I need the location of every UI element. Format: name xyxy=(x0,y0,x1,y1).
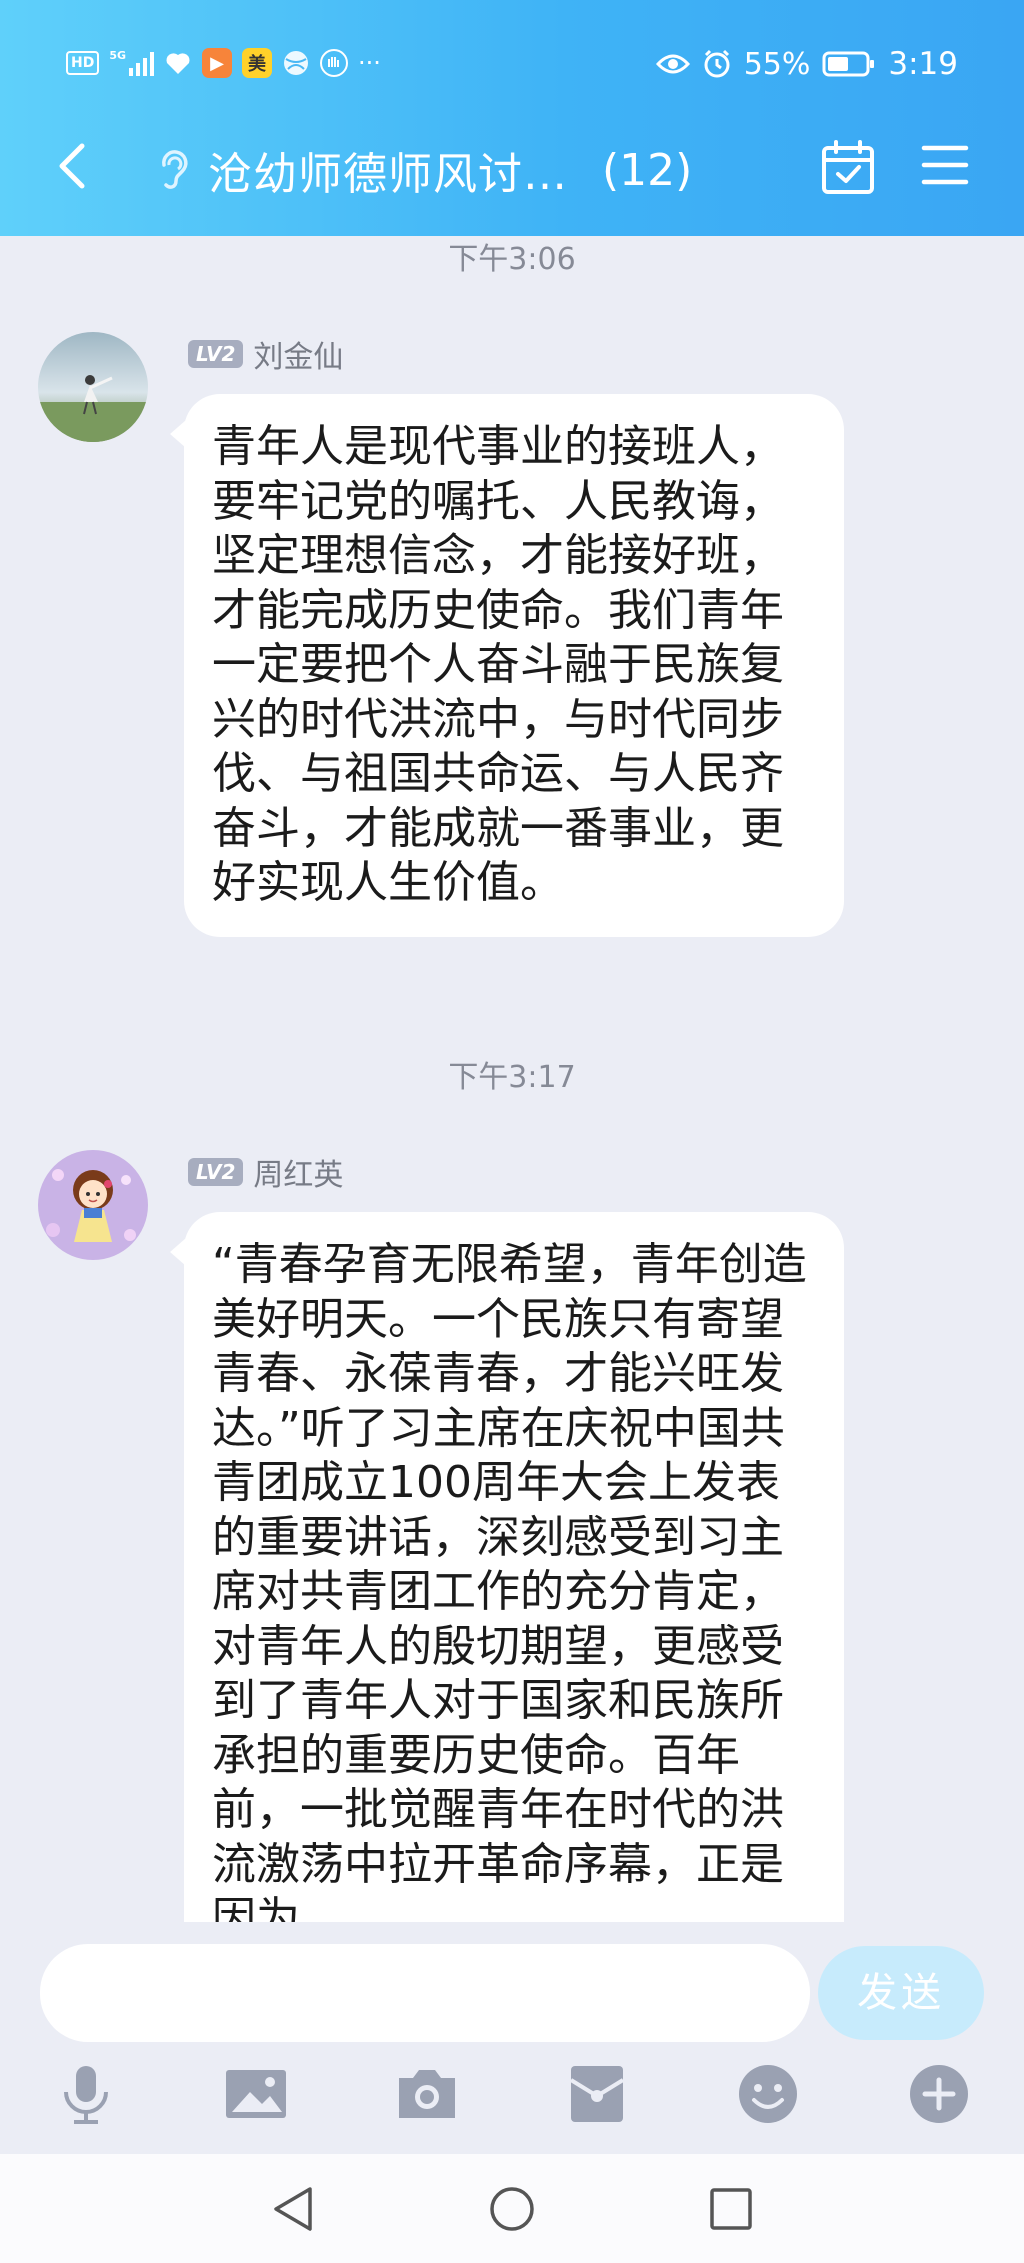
calendar-check-icon[interactable] xyxy=(818,138,878,198)
battery-percent: 55% xyxy=(743,46,811,82)
image-icon[interactable] xyxy=(224,2062,288,2126)
sender-name: 周红英 xyxy=(253,1158,344,1193)
glove-app-icon xyxy=(320,49,349,77)
clock: 3:19 xyxy=(888,46,958,82)
avatar[interactable] xyxy=(38,332,148,442)
message-timestamp: 下午3:06 xyxy=(448,242,576,277)
message-input[interactable] xyxy=(40,1944,810,2042)
bubble-tail xyxy=(170,1238,186,1266)
sender-avatar-image xyxy=(38,1150,148,1260)
message-bubble[interactable]: 青年人是现代事业的接班人，要牢记党的嘱托、人民教诲，坚定理想信念，才能接好班，才… xyxy=(170,394,844,937)
input-bar: 发送 xyxy=(0,1922,1024,2154)
red-packet-icon[interactable] xyxy=(565,2062,629,2126)
sender-name: 刘金仙 xyxy=(253,340,344,375)
more-notifications: ··· xyxy=(358,49,381,77)
meituan-app-icon: 美 xyxy=(242,48,273,78)
camera-icon[interactable] xyxy=(395,2062,459,2126)
nav-back-icon[interactable] xyxy=(270,2184,316,2234)
sender-info: LV2 刘金仙 xyxy=(188,332,343,376)
bubble-tail xyxy=(170,420,186,448)
avatar[interactable] xyxy=(38,1150,148,1260)
ear-icon xyxy=(162,150,188,189)
send-button[interactable]: 发送 xyxy=(818,1946,984,2040)
chat-title-group[interactable]: 沧幼师德师风讨… (12) xyxy=(156,138,692,202)
plus-icon[interactable] xyxy=(907,2062,971,2126)
back-arrow-icon[interactable] xyxy=(46,138,102,194)
emoji-icon[interactable] xyxy=(736,2062,800,2126)
heart-icon xyxy=(166,53,190,74)
message-text: “青春孕育无限希望，青年创造美好明天。一个民族只有寄望青春、永葆青春，才能兴旺发… xyxy=(212,1239,807,1922)
alarm-icon xyxy=(704,49,730,78)
level-badge: LV2 xyxy=(188,340,244,368)
signal-icon: 5G xyxy=(109,50,155,76)
chat-title: 沧幼师德师风讨… xyxy=(208,149,568,200)
microphone-icon[interactable] xyxy=(54,2062,118,2126)
nav-home-icon[interactable] xyxy=(488,2184,536,2234)
sphere-app-icon xyxy=(284,51,309,75)
battery-icon xyxy=(822,51,875,77)
hd-badge: HD xyxy=(66,51,100,75)
sender-avatar-image xyxy=(38,332,148,442)
level-badge: LV2 xyxy=(188,1158,244,1186)
member-count: (12) xyxy=(602,144,693,196)
message-text: 青年人是现代事业的接班人，要牢记党的嘱托、人民教诲，坚定理想信念，才能接好班，才… xyxy=(212,421,784,908)
sender-info: LV2 周红英 xyxy=(188,1150,343,1194)
message-bubble[interactable]: “青春孕育无限希望，青年创造美好明天。一个民族只有寄望青春、永葆青春，才能兴旺发… xyxy=(170,1212,844,1922)
chat-navbar: 沧幼师德师风讨… (12) xyxy=(0,120,1024,220)
menu-icon[interactable] xyxy=(920,140,970,190)
status-bar: HD 5G ▶ 美 ··· 55% 3:19 xyxy=(0,36,1024,92)
nav-recents-icon[interactable] xyxy=(708,2184,754,2234)
system-nav-bar xyxy=(0,2154,1024,2263)
message-timestamp: 下午3:17 xyxy=(448,1060,576,1095)
video-app-icon: ▶ xyxy=(202,48,233,78)
eye-comfort-icon xyxy=(655,54,690,74)
message-list[interactable]: 下午3:06 LV2 刘金仙 青年人是现代事业的接班人，要牢记党的嘱托、人民教诲… xyxy=(0,236,1024,1922)
top-header: HD 5G ▶ 美 ··· 55% 3:19 沧幼师德师风讨… (12) xyxy=(0,0,1024,236)
